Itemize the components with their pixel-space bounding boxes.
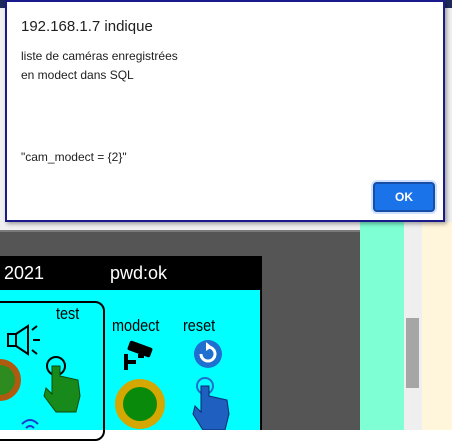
test-hand-press-icon[interactable] xyxy=(43,356,81,413)
cream-column xyxy=(422,222,452,430)
dark-area-border xyxy=(0,230,360,232)
scrollbar-thumb[interactable] xyxy=(406,318,419,388)
dialog-message-line: "cam_modect = {2}" xyxy=(21,150,127,164)
device-panel: 2021 pwd:ok test modect reset xyxy=(0,256,262,441)
reset-hand-press-icon[interactable] xyxy=(192,377,230,430)
reset-icon xyxy=(194,340,222,368)
wifi-icon xyxy=(21,419,39,429)
modect-button[interactable] xyxy=(115,379,165,429)
dialog-message-line: en modect dans SQL xyxy=(21,68,134,82)
alert-dialog: 192.168.1.7 indique liste de caméras enr… xyxy=(5,0,445,222)
panel-graphics xyxy=(0,324,230,430)
dialog-title: 192.168.1.7 indique xyxy=(21,18,153,35)
brown-ring-button[interactable] xyxy=(0,359,21,401)
mint-column xyxy=(360,222,404,430)
ok-button[interactable]: OK xyxy=(373,182,435,212)
dialog-message-line: liste de caméras enregistrées xyxy=(21,49,178,63)
camera-icon xyxy=(124,340,153,370)
speaker-icon xyxy=(7,324,40,356)
